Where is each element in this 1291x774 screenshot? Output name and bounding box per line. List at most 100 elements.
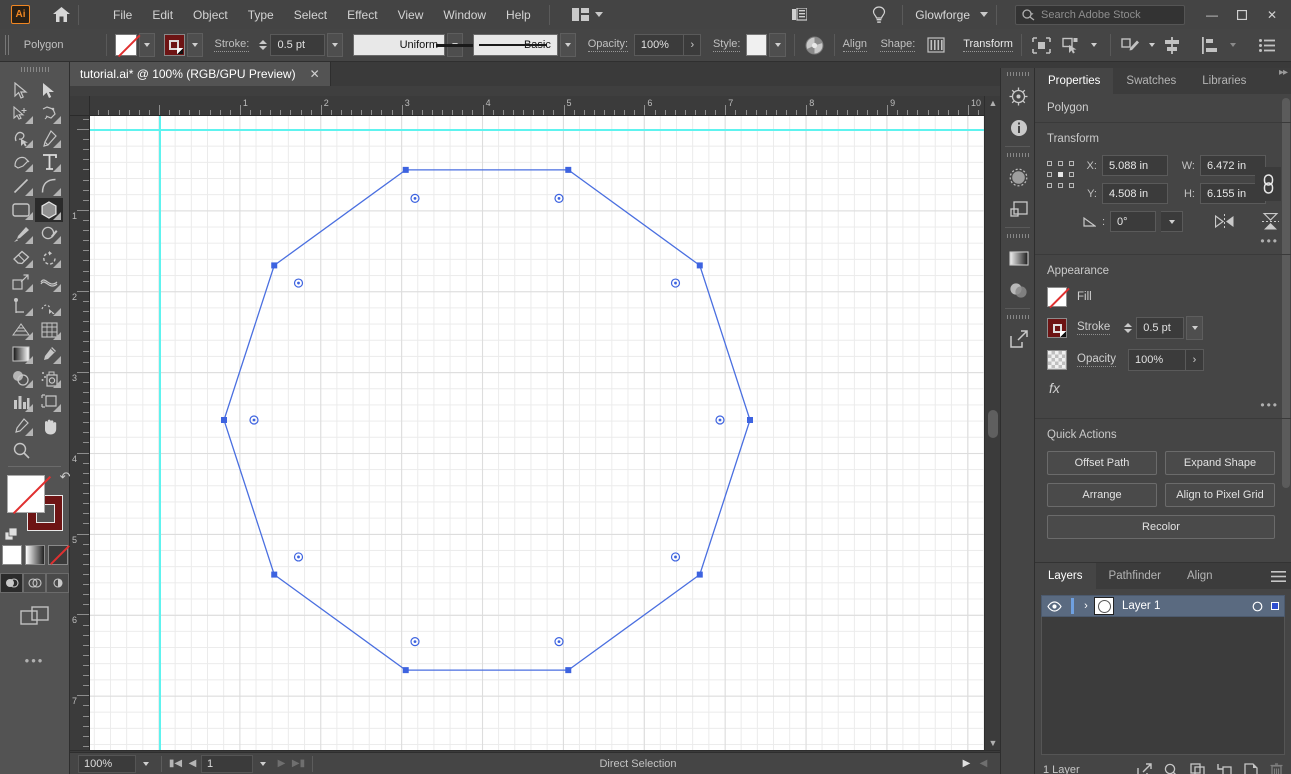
select-similar-dropdown[interactable]: [1085, 33, 1101, 57]
maximize-button[interactable]: [1227, 4, 1257, 26]
tab-swatches[interactable]: Swatches: [1113, 68, 1189, 94]
rail-grip-4[interactable]: [1001, 311, 1034, 323]
distribute-dropdown[interactable]: [1224, 33, 1241, 57]
menu-item-effect[interactable]: Effect: [337, 4, 387, 26]
rotation-angle-dropdown[interactable]: [1161, 211, 1183, 232]
sidebar-item-mesh-tool[interactable]: [35, 318, 63, 342]
layer-selection-indicator[interactable]: [1266, 602, 1284, 610]
sidebar-item-type-tool[interactable]: [35, 150, 63, 174]
first-artboard-button[interactable]: ▮◀: [167, 755, 184, 773]
shape-label[interactable]: Shape:: [880, 38, 916, 52]
create-new-sublayer-icon[interactable]: [1217, 763, 1232, 774]
expand-shape-button[interactable]: Expand Shape: [1165, 451, 1275, 475]
rail-grip-2[interactable]: [1001, 149, 1034, 161]
edit-toolbar-dropdown[interactable]: [1144, 33, 1160, 57]
discover-lightbulb-icon[interactable]: [864, 0, 894, 29]
default-fill-stroke-icon[interactable]: [4, 528, 18, 541]
close-button[interactable]: ✕: [1257, 4, 1287, 26]
appearance-opacity-label[interactable]: Opacity: [1077, 353, 1116, 367]
search-adobe-stock-input[interactable]: Search Adobe Stock: [1015, 4, 1185, 25]
status-menu-button[interactable]: ▶: [958, 755, 975, 773]
next-artboard-button[interactable]: ▶: [273, 755, 290, 773]
appearance-opacity-swatch[interactable]: [1047, 350, 1067, 370]
edit-toolbar-icon[interactable]: [1119, 33, 1142, 57]
scroll-down-icon[interactable]: ▼: [985, 736, 1001, 750]
gradient-icon[interactable]: [1001, 242, 1036, 274]
sidebar-item-zoom-tool[interactable]: [7, 438, 35, 462]
zoom-level-dropdown[interactable]: [136, 755, 156, 773]
locate-object-icon[interactable]: [1164, 763, 1178, 774]
stroke-weight-dropdown[interactable]: [326, 33, 344, 57]
appearance-stroke-swatch[interactable]: [1047, 318, 1067, 338]
toolbar-more-tools-icon[interactable]: •••: [0, 653, 69, 668]
polygon-artwork[interactable]: [90, 116, 984, 750]
sidebar-item-slice-tool[interactable]: [7, 414, 35, 438]
align-to-pixel-grid-button[interactable]: Align to Pixel Grid: [1165, 483, 1275, 507]
scroll-up-icon[interactable]: ▲: [985, 96, 1001, 110]
stroke-weight-input[interactable]: 0.5 pt: [270, 34, 325, 56]
recolor-button[interactable]: Recolor: [1047, 515, 1275, 539]
recolor-artwork-icon[interactable]: [803, 33, 826, 57]
brush-definition-select[interactable]: Basic: [473, 34, 558, 56]
isolate-selected-object-icon[interactable]: [1030, 33, 1053, 57]
delete-selection-icon[interactable]: [1270, 762, 1283, 774]
zoom-level-input[interactable]: 100%: [78, 754, 136, 773]
layers-list-area[interactable]: [1041, 617, 1285, 755]
style-label[interactable]: Style:: [712, 38, 741, 52]
color-fill-button[interactable]: [1, 545, 22, 565]
select-similar-objects-icon[interactable]: [1061, 33, 1084, 57]
appearance-stroke-weight-dropdown[interactable]: [1186, 316, 1204, 340]
tab-pathfinder[interactable]: Pathfinder: [1096, 563, 1174, 589]
align-button[interactable]: Align: [842, 38, 868, 52]
stroke-swatch-dropdown[interactable]: [186, 33, 203, 57]
tab-libraries[interactable]: Libraries: [1189, 68, 1259, 94]
appearance-stroke-stepper[interactable]: [1122, 317, 1134, 339]
reference-point-selector[interactable]: [1047, 161, 1075, 189]
brush-dropdown[interactable]: [559, 33, 577, 57]
shape-options-icon[interactable]: [925, 33, 948, 57]
appearance-opacity-input[interactable]: 100%: [1128, 349, 1186, 371]
artboard-canvas[interactable]: [90, 116, 984, 750]
sidebar-item-add-anchor-point-tool[interactable]: [7, 150, 35, 174]
menu-item-type[interactable]: Type: [238, 4, 284, 26]
graphic-style-swatch[interactable]: [746, 34, 768, 56]
canvas-vertical-scrollbar[interactable]: ▲ ▼: [984, 96, 1000, 750]
create-new-layer-icon[interactable]: [1244, 763, 1258, 774]
y-position-input[interactable]: 4.508 in: [1101, 183, 1168, 204]
horizontal-ruler[interactable]: 1 2 3 4 5 6 7 8 9 10: [90, 96, 1000, 116]
constrain-proportions-toggle[interactable]: [1255, 167, 1281, 201]
hamburger-menu-icon[interactable]: [1265, 563, 1291, 589]
fill-swatch-dropdown[interactable]: [138, 33, 155, 57]
sidebar-item-curvature-tool[interactable]: [7, 126, 35, 150]
menu-item-view[interactable]: View: [388, 4, 434, 26]
layer-visibility-toggle[interactable]: [1042, 600, 1066, 612]
align-horizontal-center-icon[interactable]: [1160, 33, 1184, 57]
sidebar-item-line-segment-tool[interactable]: [7, 174, 35, 198]
stroke-color-swatch[interactable]: [163, 34, 185, 56]
document-tab[interactable]: tutorial.ai* @ 100% (RGB/GPU Preview) ✕: [68, 62, 331, 86]
sidebar-item-perspective-grid-tool[interactable]: [7, 318, 35, 342]
appearance-stroke-weight-input[interactable]: 0.5 pt: [1136, 317, 1185, 339]
menu-item-select[interactable]: Select: [284, 4, 337, 26]
appearance-opacity-options-button[interactable]: ›: [1186, 349, 1204, 371]
close-icon[interactable]: ✕: [310, 67, 320, 81]
artboards-icon[interactable]: [1001, 193, 1036, 225]
rail-grip-3[interactable]: [1001, 230, 1034, 242]
add-effect-fx-button[interactable]: fx: [1047, 380, 1279, 396]
previous-artboard-button[interactable]: ◀: [184, 755, 201, 773]
app-logo-icon[interactable]: Ai: [11, 5, 30, 24]
sidebar-item-direct-selection-tool[interactable]: [35, 78, 63, 102]
sidebar-item-column-graph-tool[interactable]: [7, 390, 35, 414]
sidebar-item-blend-tool[interactable]: [7, 366, 35, 390]
sidebar-item-polygon-tool[interactable]: [35, 198, 63, 222]
transform-more-options[interactable]: •••: [1260, 234, 1279, 248]
appearance-stroke-label[interactable]: Stroke: [1077, 321, 1111, 335]
list-item[interactable]: › Layer 1: [1041, 595, 1285, 617]
x-position-input[interactable]: 5.088 in: [1101, 155, 1168, 176]
sidebar-item-free-transform-tool[interactable]: [7, 294, 35, 318]
stroke-weight-stepper[interactable]: [257, 34, 268, 56]
home-icon[interactable]: [52, 6, 70, 24]
tab-layers[interactable]: Layers: [1035, 563, 1096, 589]
sidebar-item-rectangle-tool[interactable]: [7, 198, 35, 222]
arrange-button[interactable]: Arrange: [1047, 483, 1157, 507]
